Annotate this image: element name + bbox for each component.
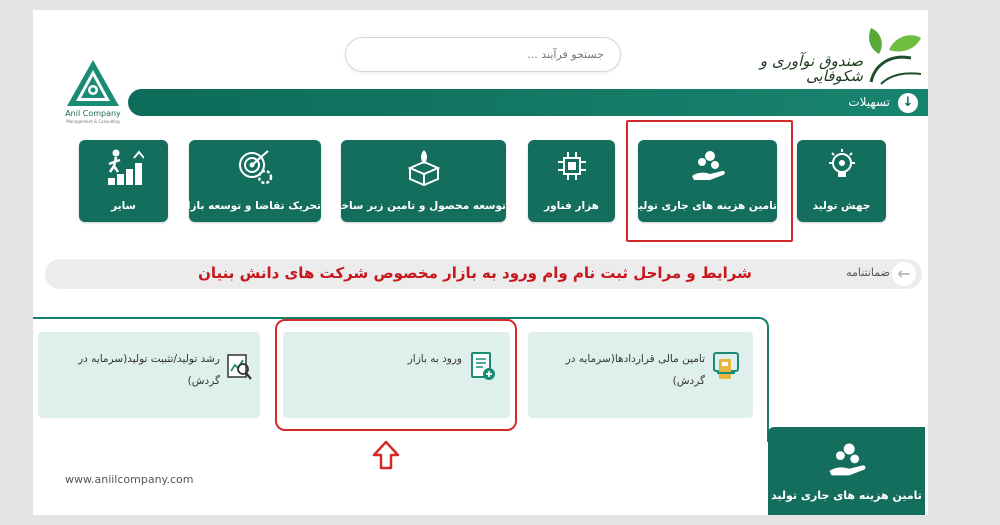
target-gear-icon: [239, 150, 273, 185]
growth-stairs-icon: [107, 149, 144, 185]
tile-label: تحریک تقاضا و توسعه بازار: [180, 200, 321, 212]
anil-company-subtitle: Management & Consulting: [66, 119, 120, 124]
facilities-nav-bar[interactable]: تسهیلات ↓: [128, 89, 928, 116]
nav-bar-label: تسهیلات: [848, 95, 890, 109]
innovation-fund-logo[interactable]: صندوق نوآوری و شکوفایی: [753, 24, 928, 92]
search-input[interactable]: [346, 38, 620, 71]
guarantee-banner[interactable]: شرایط و مراحل ثبت نام وام ورود به بازار …: [45, 259, 922, 289]
selected-tile-label: تامین هزینه های جاری تولید: [771, 489, 922, 502]
chip-gear-icon: [557, 152, 586, 180]
card-label: رشد تولید/تثبیت تولید(سرمایه در گردش): [78, 353, 220, 387]
box-rocket-icon: [406, 150, 441, 186]
website-watermark: www.aniilcompany.com: [65, 473, 194, 486]
highlight-box-tile: [626, 120, 793, 242]
banner-title: شرایط و مراحل ثبت نام وام ورود به بازار …: [198, 264, 752, 282]
tile-product-development[interactable]: توسعه محصول و تامین زیر ساخت: [330, 140, 506, 222]
anil-company-logo[interactable]: Anil Company Management & Consulting: [53, 58, 133, 132]
card-contract-financing[interactable]: تامین مالی قراردادها(سرمایه در گردش): [528, 332, 753, 418]
tile-label: سایر: [111, 200, 136, 212]
highlight-box-card: [275, 319, 517, 431]
atm-card-icon: [713, 352, 739, 379]
guarantee-link[interactable]: ضمانتنامه: [846, 266, 890, 279]
page: Anil Company Management & Consulting صند…: [33, 10, 928, 515]
arrow-down-icon[interactable]: ↓: [898, 93, 918, 113]
tile-label: جهش تولید: [812, 200, 871, 212]
tile-production-leap[interactable]: جهش تولید: [797, 140, 886, 222]
fund-logo-text: صندوق نوآوری و شکوفایی: [759, 52, 863, 85]
tile-label: هزار فناور: [544, 200, 599, 212]
triangle-logo-icon: [67, 60, 119, 106]
hand-coins-icon: [828, 443, 865, 476]
anil-company-name: Anil Company: [65, 109, 121, 118]
tile-other[interactable]: سایر: [79, 140, 168, 222]
arrow-left-icon[interactable]: ←: [892, 262, 916, 286]
card-label: تامین مالی قراردادها(سرمایه در گردش): [565, 353, 705, 387]
tile-label: توسعه محصول و تامین زیر ساخت: [330, 200, 506, 212]
tile-thousand-tech[interactable]: هزار فناور: [528, 140, 615, 222]
pointer-up-arrow-icon: [372, 440, 400, 470]
search-box[interactable]: [345, 37, 621, 72]
chart-magnifier-icon: [227, 354, 252, 380]
selected-tile-current-production-costs[interactable]: تامین هزینه های جاری تولید: [768, 427, 925, 515]
lightbulb-gear-icon: [828, 149, 855, 177]
tile-market-development[interactable]: تحریک تقاضا و توسعه بازار: [180, 140, 321, 222]
sprout-icon: [869, 28, 922, 85]
card-production-growth[interactable]: رشد تولید/تثبیت تولید(سرمایه در گردش): [38, 332, 260, 418]
